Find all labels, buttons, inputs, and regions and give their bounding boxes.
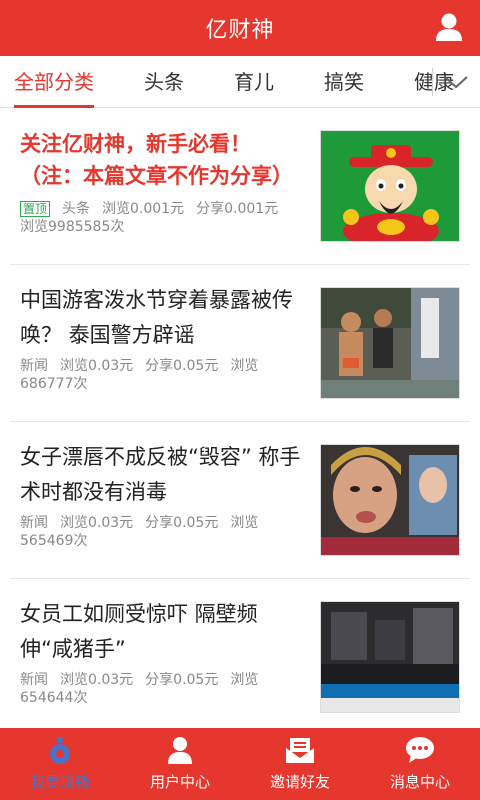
view-reward: 浏览0.03元 bbox=[60, 358, 134, 374]
article-item[interactable]: 关注亿财神，新手必看！（注：本篇文章不作为分享） 置顶 头条 浏览0.001元 分享0… bbox=[10, 108, 470, 265]
nav-earn-money[interactable]: 我要赚钱 bbox=[0, 728, 120, 800]
article-headline: 关注亿财神，新手必看！（注：本篇文章不作为分享） bbox=[20, 132, 293, 188]
user-profile-button[interactable] bbox=[432, 10, 466, 44]
app-header: 亿财神 bbox=[0, 0, 480, 56]
view-count-label: 浏览 bbox=[230, 672, 259, 688]
nav-label: 邀请好友 bbox=[269, 773, 330, 791]
article-item[interactable]: 女子漂唇不成反被“毁容” 称手术时都没有消毒 新闻 浏览0.03元 分享0.05元浏… bbox=[10, 422, 470, 579]
tab-funny[interactable]: 搞笑 bbox=[310, 56, 364, 108]
tab-all-categories[interactable]: 全部分类 bbox=[0, 56, 94, 108]
category-tabs: 全部分类 头条 育儿 搞笑 健康 bbox=[0, 56, 480, 108]
view-reward: 浏览0.001元 bbox=[102, 201, 185, 217]
article-headline: 女员工如厕受惊吓 隔壁频伸“咸猪手” bbox=[20, 602, 258, 661]
nav-user-center[interactable]: 用户中心 bbox=[120, 728, 240, 800]
chat-bubble-icon bbox=[405, 735, 435, 765]
nav-label: 消息中心 bbox=[389, 773, 450, 791]
article-thumbnail bbox=[320, 601, 460, 713]
nav-invite-friends[interactable]: 邀请好友 bbox=[240, 728, 360, 800]
article-thumbnail bbox=[320, 130, 460, 242]
article-item[interactable]: 女员工如厕受惊吓 隔壁频伸“咸猪手” 新闻 浏览0.03元 分享0.05元 浏览 65… bbox=[10, 579, 470, 728]
article-thumbnail bbox=[320, 287, 460, 399]
chevron-down-icon bbox=[444, 76, 468, 89]
invite-envelope-icon bbox=[285, 735, 315, 765]
article-headline: 女子漂唇不成反被“毁容” 称手术时都没有消毒 bbox=[20, 445, 301, 504]
article-list: 关注亿财神，新手必看！（注：本篇文章不作为分享） 置顶 头条 浏览0.001元 分享0… bbox=[0, 108, 480, 728]
share-reward: 分享0.05元 bbox=[145, 672, 219, 688]
money-bag-icon bbox=[45, 735, 75, 765]
water-festival-street-photo bbox=[321, 288, 459, 398]
view-count-label: 浏览 bbox=[230, 515, 259, 531]
share-reward: 分享0.001元 bbox=[196, 201, 279, 217]
user-icon bbox=[165, 735, 195, 765]
view-count: 浏览9985585次 bbox=[20, 219, 125, 235]
view-reward: 浏览0.03元 bbox=[60, 672, 134, 688]
article-category: 新闻 bbox=[20, 358, 48, 374]
view-count: 565469次 bbox=[20, 533, 88, 549]
article-meta: 新闻 浏览0.03元 分享0.05元 浏览 654644次 bbox=[20, 671, 320, 707]
news-tv-screenshot bbox=[321, 602, 459, 712]
article-meta: 置顶 头条 浏览0.001元 分享0.001元 浏览9985585次 bbox=[20, 200, 320, 236]
view-count: 686777次 bbox=[20, 376, 88, 392]
bottom-nav: 我要赚钱 用户中心 邀请好友 消息中心 bbox=[0, 728, 480, 800]
article-thumbnail bbox=[320, 444, 460, 556]
pinned-badge: 置顶 bbox=[20, 201, 51, 217]
nav-message-center[interactable]: 消息中心 bbox=[360, 728, 480, 800]
article-item[interactable]: 中国游客泼水节穿着暴露被传唤？ 泰国警方辟谣 新闻 浏览0.03元 分享0.05元浏… bbox=[10, 265, 470, 422]
share-reward: 分享0.05元 bbox=[145, 358, 219, 374]
article-category: 头条 bbox=[62, 201, 91, 217]
article-meta: 新闻 浏览0.03元 分享0.05元 浏览 565469次 bbox=[20, 514, 320, 550]
tab-headlines[interactable]: 头条 bbox=[130, 56, 184, 108]
nav-label: 我要赚钱 bbox=[29, 773, 90, 791]
user-icon bbox=[436, 13, 462, 41]
view-count-label: 浏览 bbox=[230, 358, 259, 374]
nav-label: 用户中心 bbox=[149, 773, 210, 791]
more-categories-button[interactable] bbox=[438, 64, 474, 100]
view-count: 654644次 bbox=[20, 690, 88, 706]
app-title: 亿财神 bbox=[205, 18, 275, 43]
share-reward: 分享0.05元 bbox=[145, 515, 219, 531]
article-category: 新闻 bbox=[20, 672, 48, 688]
woman-face-closeup-photo bbox=[321, 445, 459, 555]
article-meta: 新闻 浏览0.03元 分享0.05元 浏览 686777次 bbox=[20, 357, 320, 393]
article-headline: 中国游客泼水节穿着暴露被传唤？ 泰国警方辟谣 bbox=[20, 288, 293, 347]
view-reward: 浏览0.03元 bbox=[60, 515, 134, 531]
article-category: 新闻 bbox=[20, 515, 48, 531]
fortune-god-cartoon bbox=[321, 131, 459, 241]
tab-parenting[interactable]: 育儿 bbox=[220, 56, 274, 108]
tab-divider bbox=[432, 68, 433, 96]
